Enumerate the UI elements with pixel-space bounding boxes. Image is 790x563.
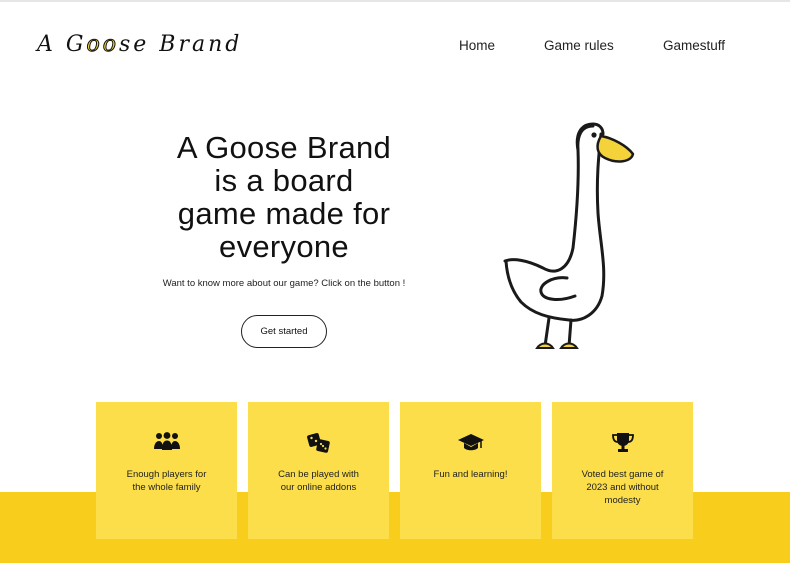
nav-gamestuff[interactable]: Gamestuff bbox=[663, 38, 725, 53]
hero-title: A Goose Brand is a board game made for e… bbox=[176, 130, 392, 264]
feature-text: Can be played with our online addons bbox=[278, 469, 359, 493]
main-nav: Home Game rules Gamestuff bbox=[0, 38, 790, 54]
trophy-icon bbox=[552, 432, 693, 456]
feature-card-players: Enough players for the whole family bbox=[96, 402, 237, 539]
get-started-button[interactable]: Get started bbox=[241, 315, 327, 348]
graduation-cap-icon bbox=[400, 432, 541, 456]
feature-card-online: Can be played with our online addons bbox=[248, 402, 389, 539]
people-group-icon bbox=[96, 432, 237, 456]
goose-illustration bbox=[503, 122, 635, 349]
top-border bbox=[0, 0, 790, 2]
feature-card-award: Voted best game of 2023 and without mode… bbox=[552, 402, 693, 539]
dice-icon bbox=[248, 432, 389, 456]
features-section: Enough players for the whole family Can … bbox=[0, 402, 790, 539]
nav-home[interactable]: Home bbox=[459, 38, 495, 53]
hero-subtitle: Want to know more about our game? Click … bbox=[162, 278, 406, 289]
feature-text: Voted best game of 2023 and without mode… bbox=[581, 469, 664, 506]
feature-text: Enough players for the whole family bbox=[126, 469, 207, 493]
feature-card-learning: Fun and learning! bbox=[400, 402, 541, 539]
feature-text: Fun and learning! bbox=[433, 469, 508, 480]
nav-game-rules[interactable]: Game rules bbox=[544, 38, 614, 53]
